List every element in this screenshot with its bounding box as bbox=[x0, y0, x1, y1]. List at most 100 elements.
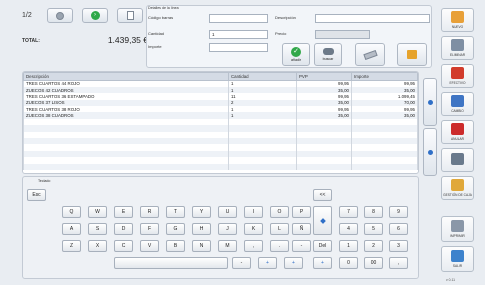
key-3-5[interactable]: B bbox=[166, 240, 185, 252]
numpad-key-12[interactable]: , bbox=[389, 257, 408, 269]
key-2-10[interactable]: Ñ bbox=[292, 223, 311, 235]
column-header-amount[interactable]: Importe bbox=[351, 72, 418, 81]
scroll-down-button[interactable] bbox=[423, 128, 437, 176]
arrow-right-key[interactable]: + bbox=[313, 257, 332, 269]
key-1-2[interactable]: W bbox=[88, 206, 107, 218]
esc-key[interactable]: Esc bbox=[27, 189, 46, 201]
sidebar-button-efectivo[interactable]: efectivo bbox=[441, 64, 474, 88]
new-ticket-icon bbox=[451, 11, 464, 23]
column-header-price[interactable]: PVP bbox=[296, 72, 352, 81]
arrow-down-icon bbox=[427, 149, 433, 155]
amount-field[interactable] bbox=[209, 43, 268, 52]
sidebar-button-user[interactable] bbox=[441, 148, 474, 172]
numpad-key-6[interactable]: 6 bbox=[389, 223, 408, 235]
key-2-2[interactable]: S bbox=[88, 223, 107, 235]
column-header-description[interactable]: Descripción bbox=[23, 72, 229, 81]
arrow-down-key[interactable]: + bbox=[284, 257, 303, 269]
key-3-2[interactable]: X bbox=[88, 240, 107, 252]
numpad-key-9[interactable]: 3 bbox=[389, 240, 408, 252]
prev-page-button[interactable] bbox=[47, 8, 73, 23]
sidebar-button-label: anular bbox=[451, 137, 464, 141]
eraser-button[interactable] bbox=[355, 43, 385, 66]
key-1-6[interactable]: Y bbox=[192, 206, 211, 218]
keyboard-title: Teclado bbox=[38, 179, 51, 183]
key-2-9[interactable]: L bbox=[270, 223, 289, 235]
key-1-3[interactable]: E bbox=[114, 206, 133, 218]
search-product-button[interactable]: buscar bbox=[314, 43, 342, 66]
exit-icon bbox=[451, 250, 464, 262]
description-label: Descripción bbox=[275, 15, 296, 20]
delete-key[interactable]: Del bbox=[313, 240, 332, 252]
barcode-field[interactable] bbox=[209, 14, 268, 23]
arrow-up-icon bbox=[427, 99, 433, 105]
binoculars-icon bbox=[322, 48, 334, 55]
sidebar-button-eliminar[interactable]: eliminar bbox=[441, 36, 474, 60]
key-2-3[interactable]: D bbox=[114, 223, 133, 235]
key-1-8[interactable]: I bbox=[244, 206, 263, 218]
key-1-7[interactable]: U bbox=[218, 206, 237, 218]
enter-key[interactable] bbox=[313, 206, 332, 235]
change-icon bbox=[451, 95, 464, 107]
key-2-7[interactable]: J bbox=[218, 223, 237, 235]
ticket-lines-panel: Descripción Cantidad PVP Importe TRES CU… bbox=[22, 71, 419, 174]
numpad-key-7[interactable]: 1 bbox=[339, 240, 358, 252]
shop-button[interactable] bbox=[397, 43, 427, 66]
version-label: v 0.11 bbox=[446, 278, 455, 282]
column-header-quantity[interactable]: Cantidad bbox=[228, 72, 297, 81]
price-field[interactable] bbox=[315, 30, 370, 39]
total-value: 1.439,35 € bbox=[107, 35, 148, 45]
barcode-label: Código barras bbox=[148, 15, 174, 20]
sidebar-button-nuevo[interactable]: nuevo bbox=[441, 8, 474, 32]
key-2-6[interactable]: H bbox=[192, 223, 211, 235]
key-3-1[interactable]: Z bbox=[62, 240, 81, 252]
key-3-9[interactable]: . bbox=[270, 240, 289, 252]
numpad-key-4[interactable]: 4 bbox=[339, 223, 358, 235]
numpad-key-1[interactable]: 7 bbox=[339, 206, 358, 218]
sidebar-button-salir[interactable]: salir bbox=[441, 246, 474, 272]
sidebar-button-cambio[interactable]: cambio bbox=[441, 92, 474, 116]
printer-icon bbox=[451, 220, 464, 232]
key-1-9[interactable]: O bbox=[270, 206, 289, 218]
key-2-8[interactable]: K bbox=[244, 223, 263, 235]
key-1-1[interactable]: Q bbox=[62, 206, 81, 218]
key-3-8[interactable]: , bbox=[244, 240, 263, 252]
scroll-up-button[interactable] bbox=[423, 78, 437, 126]
key-3-6[interactable]: N bbox=[192, 240, 211, 252]
numpad-key-10[interactable]: 0 bbox=[339, 257, 358, 269]
key-1-5[interactable]: T bbox=[166, 206, 185, 218]
eraser-icon bbox=[362, 49, 378, 60]
key-3-10[interactable]: - bbox=[292, 240, 311, 252]
backspace-key[interactable]: << bbox=[313, 189, 332, 201]
add-line-button[interactable]: ✓ añadir bbox=[282, 43, 310, 66]
key-2-5[interactable]: G bbox=[166, 223, 185, 235]
shopping-bag-icon bbox=[407, 50, 417, 59]
total-label: TOTAL: bbox=[22, 38, 40, 44]
key-3-7[interactable]: M bbox=[218, 240, 237, 252]
numpad-key-11[interactable]: 00 bbox=[364, 257, 383, 269]
sidebar-button-label: cambio bbox=[451, 109, 464, 113]
new-document-button[interactable] bbox=[117, 8, 143, 23]
numpad-key-8[interactable]: 2 bbox=[364, 240, 383, 252]
key-1-10[interactable]: P bbox=[292, 206, 311, 218]
numpad-key-3[interactable]: 9 bbox=[389, 206, 408, 218]
key-1-4[interactable]: R bbox=[140, 206, 159, 218]
key-2-4[interactable]: F bbox=[140, 223, 159, 235]
numpad-key-2[interactable]: 8 bbox=[364, 206, 383, 218]
line-details-title: Detalles de la línea bbox=[148, 6, 179, 10]
minus-key[interactable]: - bbox=[232, 257, 251, 269]
arrow-left-key[interactable]: + bbox=[258, 257, 277, 269]
key-3-4[interactable]: V bbox=[140, 240, 159, 252]
ticket-lines-table: Descripción Cantidad PVP Importe TRES CU… bbox=[23, 72, 418, 170]
sidebar-button-gestión-de-caja[interactable]: gestión de caja bbox=[441, 176, 474, 200]
key-2-1[interactable]: A bbox=[62, 223, 81, 235]
sidebar-button-imprimir[interactable]: imprimir bbox=[441, 216, 474, 242]
next-page-button[interactable]: › bbox=[82, 8, 108, 23]
key-3-3[interactable]: C bbox=[114, 240, 133, 252]
numpad-key-5[interactable]: 5 bbox=[364, 223, 383, 235]
description-field[interactable] bbox=[315, 14, 430, 23]
delete-ticket-icon bbox=[451, 39, 464, 51]
document-icon bbox=[126, 11, 134, 20]
quantity-field[interactable]: 1 bbox=[209, 30, 268, 39]
sidebar-button-anular[interactable]: anular bbox=[441, 120, 474, 144]
space-key[interactable] bbox=[114, 257, 228, 269]
